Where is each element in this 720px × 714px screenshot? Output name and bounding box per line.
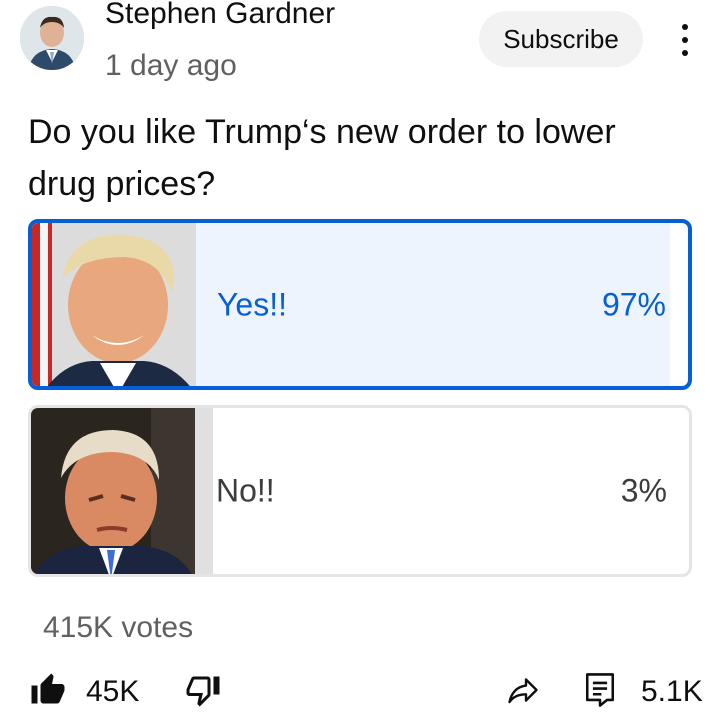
- comment-button[interactable]: 5.1K: [583, 670, 703, 714]
- like-button[interactable]: 45K: [30, 670, 139, 714]
- comment-icon: [583, 671, 617, 714]
- subscribe-button[interactable]: Subscribe: [479, 11, 643, 67]
- more-vert-icon[interactable]: [670, 20, 700, 60]
- poll-option-percent: 97%: [601, 286, 666, 322]
- dislike-button[interactable]: [185, 670, 221, 714]
- poll-question: Do you like Trump‘s new order to lower d…: [28, 113, 616, 203]
- like-count: 45K: [86, 675, 140, 708]
- action-bar: 45K 5.1K: [0, 670, 720, 714]
- thumb-down-outline-icon: [185, 672, 221, 713]
- author-name[interactable]: Stephen Gardner: [105, 0, 335, 34]
- poll-option-percent: 3%: [620, 472, 667, 509]
- poll-option-yes[interactable]: Yes!! 97%: [28, 219, 692, 390]
- thumb-up-filled-icon: [30, 672, 66, 713]
- poll-option-no[interactable]: No!! 3%: [28, 405, 692, 577]
- post-time: 1 day ago: [105, 49, 237, 82]
- share-arrow-icon: [504, 672, 542, 713]
- avatar[interactable]: [20, 6, 84, 70]
- share-button[interactable]: [504, 670, 542, 714]
- poll-option-label: Yes!!: [217, 286, 287, 322]
- poll-option-image: [32, 223, 196, 386]
- poll-result-bar: [195, 408, 213, 574]
- poll-option-label: No!!: [216, 472, 275, 509]
- comment-count: 5.1K: [641, 675, 703, 708]
- poll-option-image: [31, 408, 195, 574]
- vote-count: 415K votes: [43, 611, 194, 644]
- post-header: Stephen Gardner 1 day ago Subscribe: [0, 0, 720, 100]
